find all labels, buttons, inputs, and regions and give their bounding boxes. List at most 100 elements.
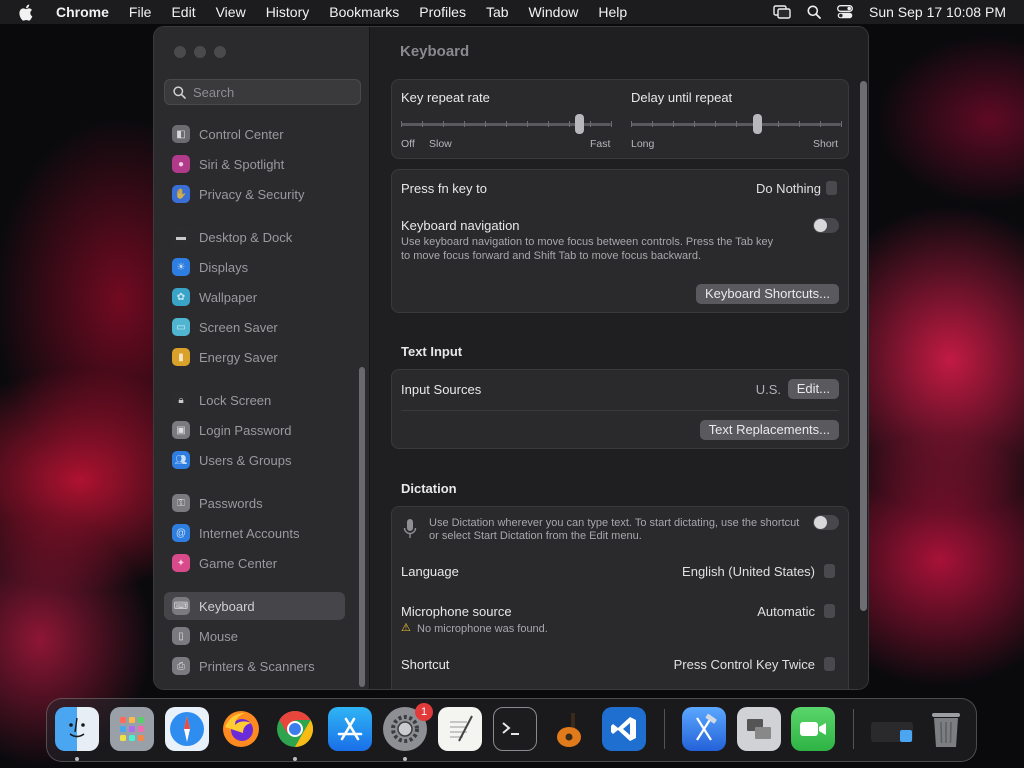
menu-help[interactable]: Help: [598, 4, 627, 20]
key-repeat-slow-label: Slow: [429, 138, 452, 150]
menu-tab[interactable]: Tab: [486, 4, 509, 20]
menu-bookmarks[interactable]: Bookmarks: [329, 4, 399, 20]
sidebar-item-keyboard[interactable]: ⌨ Keyboard: [164, 592, 345, 620]
users-icon: 👥︎: [172, 451, 190, 469]
dock-separator: [664, 709, 665, 749]
sidebar-item-screen-saver[interactable]: ▭ Screen Saver: [164, 313, 345, 341]
sidebar-item-label: Printers & Scanners: [199, 658, 315, 674]
sidebar-item-label: Game Center: [199, 555, 278, 571]
window-controls: [174, 46, 226, 58]
language-stepper-icon[interactable]: [824, 564, 835, 578]
dictation-toggle[interactable]: [813, 515, 839, 530]
flower-icon: ✿: [172, 288, 190, 306]
downloads-stack-icon[interactable]: [870, 707, 914, 751]
keyboard-navigation-label: Keyboard navigation: [401, 218, 520, 233]
microphone-icon: [403, 519, 417, 538]
zoom-window-button[interactable]: [214, 46, 226, 58]
shortcut-popup[interactable]: Press Control Key Twice: [674, 657, 815, 672]
main-scrollbar[interactable]: [860, 81, 867, 611]
text-input-group: Input Sources U.S. Edit... Text Replacem…: [391, 369, 849, 449]
slider-tick: [464, 121, 465, 127]
sidebar-item-users-groups[interactable]: 👥︎ Users & Groups: [164, 446, 345, 474]
sidebar-item-passwords[interactable]: ⚿ Passwords: [164, 489, 345, 517]
dictation-description-1: Use Dictation wherever you can type text…: [429, 517, 800, 529]
dock-separator: [853, 709, 854, 749]
sidebar-item-label: Users & Groups: [199, 452, 292, 468]
sidebar-item-control-center[interactable]: ◧ Control Center: [164, 120, 345, 148]
language-label: Language: [401, 564, 459, 579]
terminal-icon[interactable]: [493, 707, 537, 751]
facetime-icon[interactable]: [791, 707, 835, 751]
key-repeat-min-label: Off: [401, 138, 415, 150]
delay-repeat-label: Delay until repeat: [631, 90, 733, 105]
menu-file[interactable]: File: [129, 4, 152, 20]
sidebar-item-internet-accounts[interactable]: @ Internet Accounts: [164, 519, 345, 547]
dictation-description-2: or select Start Dictation from the Edit …: [429, 530, 642, 542]
sidebar-item-label: Desktop & Dock: [199, 229, 293, 245]
key-repeat-max-label: Fast: [590, 138, 611, 150]
sidebar-item-login-password[interactable]: ▣ Login Password: [164, 416, 345, 444]
migration-assistant-icon[interactable]: [737, 707, 781, 751]
slider-tick: [736, 121, 737, 127]
siri-icon: ●: [172, 155, 190, 173]
sidebar-item-displays[interactable]: ☀ Displays: [164, 253, 345, 281]
key-repeat-slider-knob[interactable]: [575, 114, 584, 134]
menubar-clock[interactable]: Sun Sep 17 10:08 PM: [869, 4, 1006, 20]
control-center-icon: ◧: [172, 125, 190, 143]
close-window-button[interactable]: [174, 46, 186, 58]
menu-window[interactable]: Window: [529, 4, 579, 20]
keyboard-navigation-toggle[interactable]: [813, 218, 839, 233]
sidebar-item-game-center[interactable]: ✦ Game Center: [164, 549, 345, 577]
sidebar-item-printers-scanners[interactable]: ⎙ Printers & Scanners: [164, 652, 345, 680]
sidebar-item-wallpaper[interactable]: ✿ Wallpaper: [164, 283, 345, 311]
screen-mirroring-icon[interactable]: [773, 5, 791, 19]
apple-menu-icon[interactable]: [18, 4, 40, 21]
sidebar-item-mouse[interactable]: ▯ Mouse: [164, 622, 345, 650]
trash-icon[interactable]: [924, 707, 968, 751]
minimize-window-button[interactable]: [194, 46, 206, 58]
xcode-icon[interactable]: [682, 707, 726, 751]
vscode-icon[interactable]: [602, 707, 646, 751]
textedit-icon[interactable]: [438, 707, 482, 751]
text-replacements-button[interactable]: Text Replacements...: [699, 420, 839, 440]
spotlight-search-icon[interactable]: [807, 5, 821, 19]
padlock-icon: ▣: [172, 421, 190, 439]
menu-history[interactable]: History: [266, 4, 310, 20]
system-settings-icon[interactable]: 1: [383, 703, 433, 751]
slider-tick: [527, 121, 528, 127]
sidebar-item-energy-saver[interactable]: ▮ Energy Saver: [164, 343, 345, 371]
garageband-icon[interactable]: [547, 707, 591, 751]
microphone-source-stepper-icon[interactable]: [824, 604, 835, 618]
chrome-icon[interactable]: [273, 707, 317, 751]
key-repeat-group: Key repeat rate Off Slow Fast Delay unti…: [391, 79, 849, 159]
menu-profiles[interactable]: Profiles: [419, 4, 466, 20]
launchpad-icon[interactable]: [110, 707, 154, 751]
menu-app-name[interactable]: Chrome: [56, 4, 109, 20]
sidebar-scrollbar[interactable]: [359, 367, 365, 687]
fn-key-popup[interactable]: Do Nothing: [756, 181, 821, 196]
input-sources-value: U.S.: [755, 382, 781, 397]
sidebar-item-privacy-security[interactable]: ✋ Privacy & Security: [164, 180, 345, 208]
fn-key-label: Press fn key to: [401, 181, 487, 196]
app-store-icon[interactable]: [328, 707, 372, 751]
shortcut-stepper-icon[interactable]: [824, 657, 835, 671]
finder-icon[interactable]: [55, 707, 99, 751]
system-settings-badge: 1: [415, 703, 433, 721]
safari-icon[interactable]: [165, 707, 209, 751]
control-center-icon[interactable]: [837, 5, 853, 19]
fn-key-stepper-icon[interactable]: [826, 181, 837, 195]
sidebar-item-siri-spotlight[interactable]: ● Siri & Spotlight: [164, 150, 345, 178]
keyboard-shortcuts-button[interactable]: Keyboard Shortcuts...: [695, 284, 839, 304]
delay-repeat-slider-knob[interactable]: [752, 114, 762, 134]
sidebar-item-lock-screen[interactable]: 🔒︎ Lock Screen: [164, 386, 345, 414]
input-sources-edit-button[interactable]: Edit...: [787, 379, 839, 399]
sidebar-item-desktop-dock[interactable]: ▬ Desktop & Dock: [164, 223, 345, 251]
menu-edit[interactable]: Edit: [171, 4, 195, 20]
firefox-icon[interactable]: [219, 707, 263, 751]
menu-view[interactable]: View: [216, 4, 246, 20]
slider-tick: [590, 121, 591, 127]
search-field[interactable]: Search: [164, 79, 361, 105]
search-icon: [173, 85, 186, 99]
language-popup[interactable]: English (United States): [682, 564, 815, 579]
microphone-source-popup[interactable]: Automatic: [757, 604, 815, 619]
